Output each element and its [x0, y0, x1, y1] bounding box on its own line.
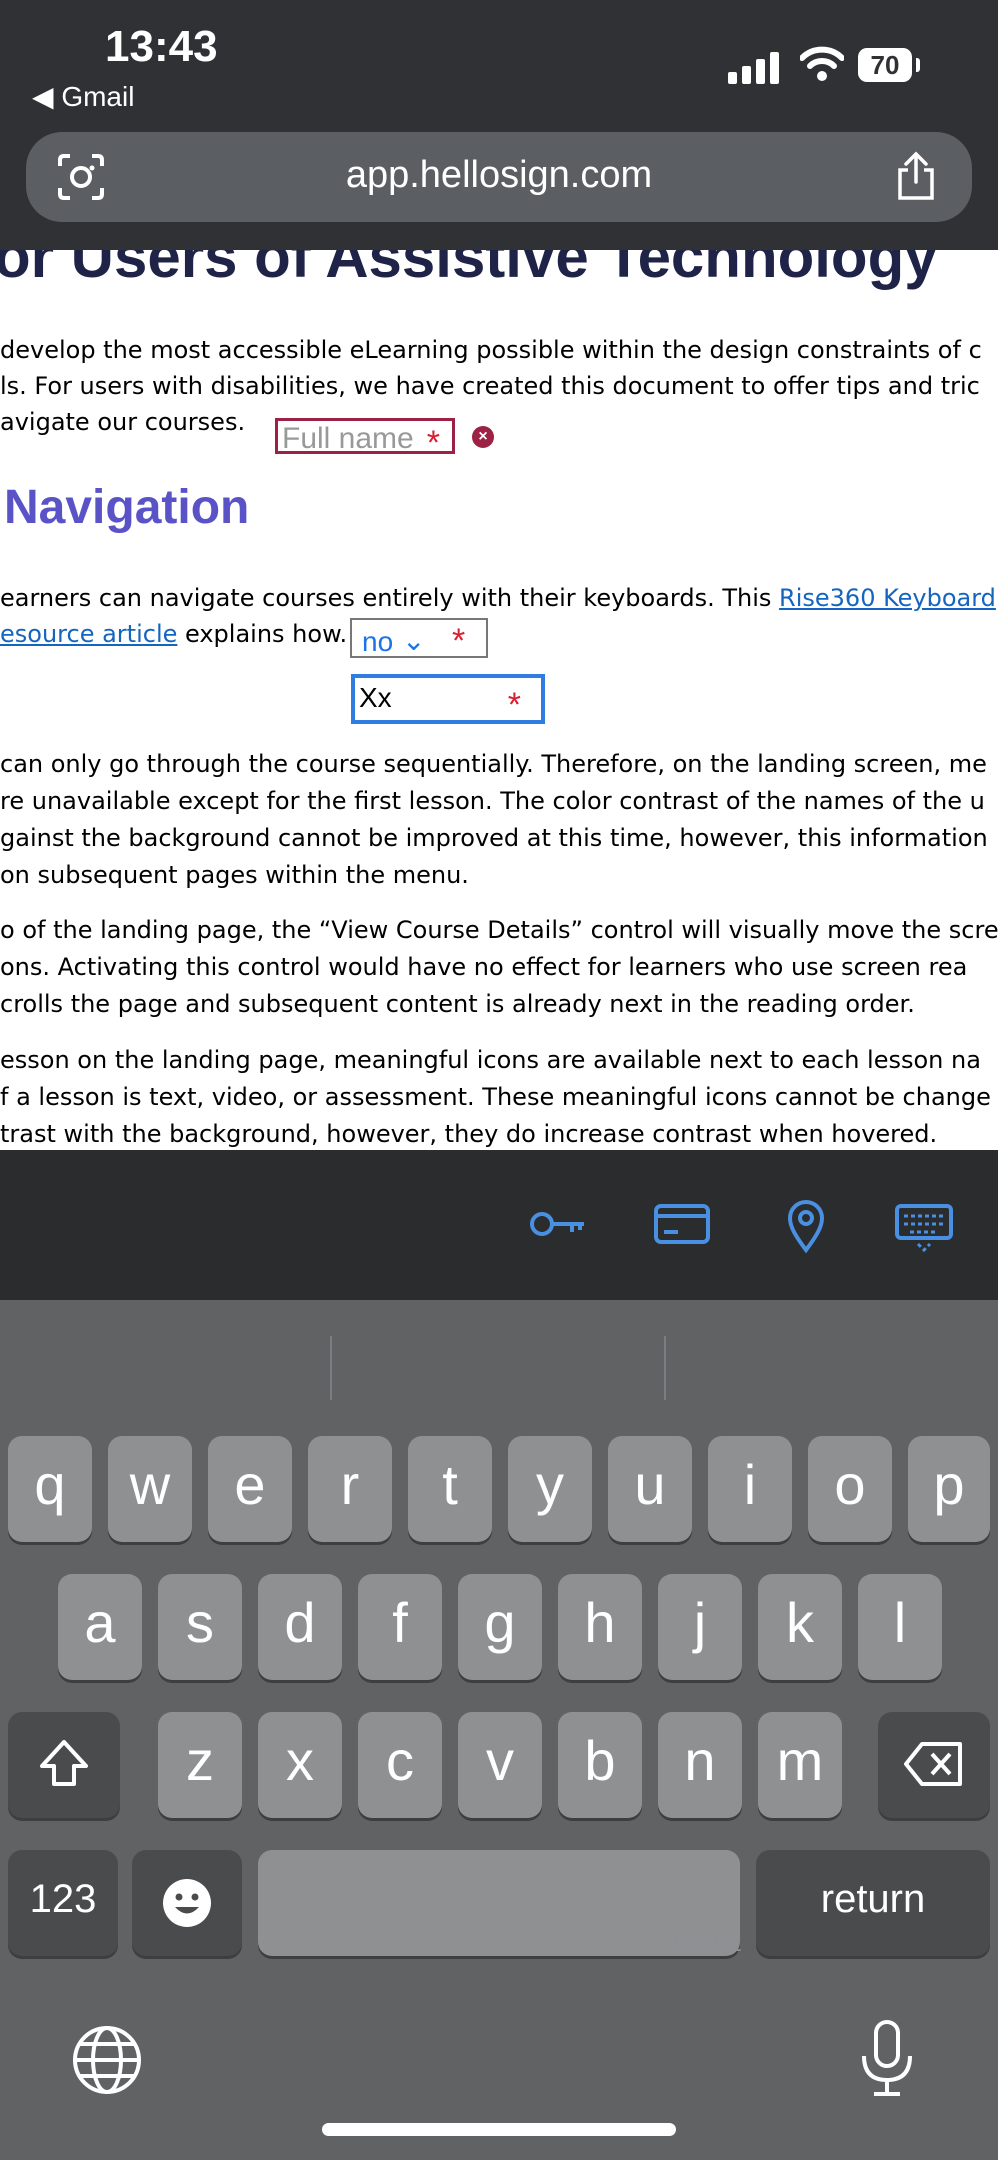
key-j[interactable]: j: [658, 1574, 742, 1680]
return-key[interactable]: return: [756, 1850, 990, 1956]
intro-line-2: ls. For users with disabilities, we have…: [0, 372, 980, 400]
microphone-icon[interactable]: [852, 2018, 922, 2098]
text-field-focused[interactable]: Xx *: [351, 674, 545, 724]
cellular-signal-icon: [728, 52, 780, 84]
keyboard-icon[interactable]: [894, 1194, 954, 1254]
key-c[interactable]: c: [358, 1712, 442, 1818]
para4-line-1: esson on the landing page, meaningful ic…: [0, 1046, 981, 1074]
key-f[interactable]: f: [358, 1574, 442, 1680]
key-w[interactable]: w: [108, 1436, 192, 1542]
key-k[interactable]: k: [758, 1574, 842, 1680]
key-n[interactable]: n: [658, 1712, 742, 1818]
document-title: or Users of Assistive Technology: [0, 250, 938, 290]
space-key[interactable]: [258, 1850, 740, 1956]
nav-line-2-text: explains how.: [177, 620, 348, 648]
dropdown-field[interactable]: no ⌄ *: [350, 618, 488, 660]
battery-tip: [916, 58, 920, 72]
full-name-placeholder: Full name: [282, 422, 414, 455]
numbers-key[interactable]: 123: [8, 1850, 118, 1956]
emoji-key[interactable]: [132, 1850, 242, 1956]
para2-line-3: gainst the background cannot be improved…: [0, 824, 988, 852]
text-field-value: Xx: [359, 682, 392, 713]
key-a[interactable]: a: [58, 1574, 142, 1680]
para3-line-2: ons. Activating this control would have …: [0, 953, 968, 981]
battery-indicator: 70: [858, 48, 912, 82]
credit-card-icon[interactable]: [652, 1194, 712, 1254]
para2-line-1: can only go through the course sequentia…: [0, 750, 987, 778]
shift-arrow-icon: [40, 1740, 88, 1786]
key-b[interactable]: b: [558, 1712, 642, 1818]
key-t[interactable]: t: [408, 1436, 492, 1542]
required-asterisk: *: [507, 686, 521, 724]
navigation-heading: Navigation: [4, 481, 250, 534]
key-y[interactable]: y: [508, 1436, 592, 1542]
key-h[interactable]: h: [558, 1574, 642, 1680]
key-p[interactable]: p: [908, 1436, 990, 1542]
error-icon[interactable]: ×: [472, 426, 494, 448]
para4-line-3: trast with the background, however, they…: [0, 1120, 938, 1148]
nav-line-2: esource article explains how.: [0, 616, 998, 653]
key-u[interactable]: u: [608, 1436, 692, 1542]
para3-line-1: o of the landing page, the “View Course …: [0, 916, 998, 944]
rise360-keyboard-link[interactable]: Rise360 Keyboard: [779, 584, 996, 612]
key-i[interactable]: i: [708, 1436, 792, 1542]
document-page[interactable]: or Users of Assistive Technology develop…: [0, 250, 998, 1150]
para2-line-4: on subsequent pages within the menu.: [0, 861, 469, 889]
autofill-accessory-bar: [0, 1150, 998, 1300]
key-z[interactable]: z: [158, 1712, 242, 1818]
nav-line-1-text: earners can navigate courses entirely wi…: [0, 584, 780, 612]
key-e[interactable]: e: [208, 1436, 292, 1542]
para4-line-2: f a lesson is text, video, or assessment…: [0, 1083, 991, 1111]
dropdown-value: no: [362, 626, 394, 657]
url-text[interactable]: app.hellosign.com: [26, 154, 972, 197]
key-x[interactable]: x: [258, 1712, 342, 1818]
home-indicator[interactable]: [322, 2123, 676, 2136]
key-d[interactable]: d: [258, 1574, 342, 1680]
key-v[interactable]: v: [458, 1712, 542, 1818]
status-bar: 13:43 ◀ Gmail 70 app.hellosign.com: [0, 0, 998, 250]
required-asterisk: *: [452, 622, 466, 660]
globe-icon[interactable]: [72, 2020, 142, 2100]
location-pin-icon[interactable]: [776, 1194, 836, 1254]
backspace-key[interactable]: [878, 1712, 990, 1818]
para3-line-3: crolls the page and subsequent content i…: [0, 990, 915, 1018]
address-bar[interactable]: app.hellosign.com: [26, 132, 972, 222]
keyboard-language-label: EN PL: [672, 1930, 742, 1957]
key-icon[interactable]: [528, 1194, 588, 1254]
shift-key[interactable]: [8, 1712, 120, 1818]
key-m[interactable]: m: [758, 1712, 842, 1818]
emoji-icon: [163, 1879, 211, 1927]
key-q[interactable]: q: [8, 1436, 92, 1542]
para2-line-2: re unavailable except for the first less…: [0, 787, 985, 815]
intro-line-1: develop the most accessible eLearning po…: [0, 336, 982, 364]
chevron-down-icon: ⌄: [402, 625, 426, 656]
key-r[interactable]: r: [308, 1436, 392, 1542]
required-asterisk: *: [426, 424, 440, 462]
intro-line-3: avigate our courses.: [0, 408, 246, 436]
resource-article-link[interactable]: esource article: [0, 620, 177, 648]
share-icon[interactable]: [894, 150, 938, 202]
nav-line-1: earners can navigate courses entirely wi…: [0, 580, 998, 617]
wifi-icon: [800, 46, 844, 81]
suggestion-divider: [664, 1336, 666, 1400]
full-name-field[interactable]: Full name *: [275, 418, 455, 461]
key-s[interactable]: s: [158, 1574, 242, 1680]
key-l[interactable]: l: [858, 1574, 942, 1680]
clock: 13:43: [105, 22, 218, 71]
suggestion-divider: [330, 1336, 332, 1400]
back-to-gmail-link[interactable]: ◀ Gmail: [32, 80, 134, 113]
key-g[interactable]: g: [458, 1574, 542, 1680]
backspace-icon: [904, 1742, 962, 1786]
key-o[interactable]: o: [808, 1436, 892, 1542]
